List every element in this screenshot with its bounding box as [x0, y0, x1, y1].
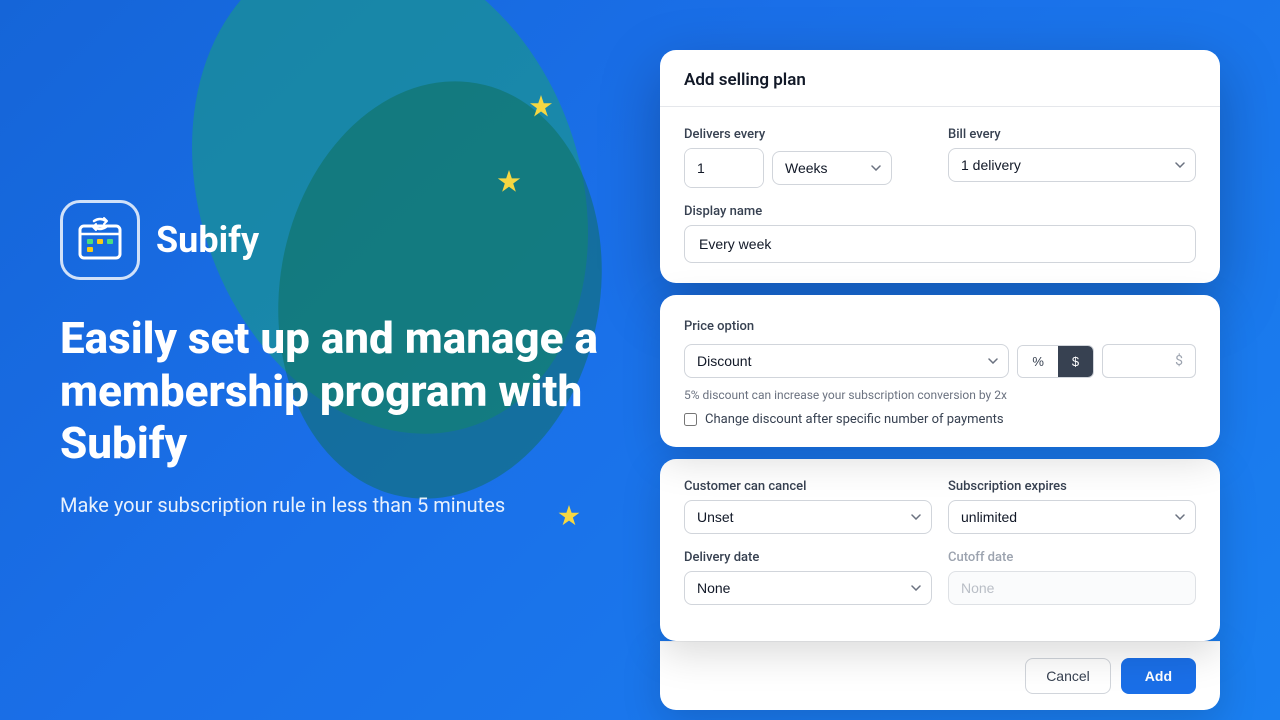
customer-cancel-group: Customer can cancel Unset Never After 1 …	[684, 479, 932, 534]
customer-cancel-label: Customer can cancel	[684, 479, 932, 494]
customer-cancel-select[interactable]: Unset Never After 1 payment	[684, 500, 932, 534]
discount-value-input[interactable]	[1115, 353, 1175, 369]
logo-name: Subify	[156, 219, 259, 261]
change-discount-row: Change discount after specific number of…	[684, 412, 1196, 427]
modal-footer: Cancel Add	[660, 641, 1220, 710]
price-option-card: Price option Discount Fixed price None %…	[660, 295, 1220, 447]
bill-every-select[interactable]: 1 delivery 2 deliveries 3 deliveries	[948, 148, 1196, 182]
subscription-expires-label: Subscription expires	[948, 479, 1196, 494]
price-option-label: Price option	[684, 319, 754, 334]
cutoff-date-select: None	[948, 571, 1196, 605]
bill-every-group: Bill every 1 delivery 2 deliveries 3 del…	[948, 127, 1196, 188]
subheadline: Make your subscription rule in less than…	[60, 490, 620, 520]
cutoff-date-label: Cutoff date	[948, 550, 1196, 565]
delivery-date-label: Delivery date	[684, 550, 932, 565]
modal-body: Delivers every ▲ ▼ Weeks Days M	[660, 107, 1220, 283]
dollar-sign: $	[1175, 353, 1183, 369]
modal-header: Add selling plan	[660, 50, 1220, 107]
delivery-billing-row: Delivers every ▲ ▼ Weeks Days M	[684, 127, 1196, 188]
bill-every-label: Bill every	[948, 127, 1196, 142]
delivery-date-select[interactable]: None 1 2	[684, 571, 932, 605]
add-button[interactable]: Add	[1121, 658, 1196, 694]
price-option-select-wrap: Discount Fixed price None	[684, 344, 1009, 378]
price-option-row: Discount Fixed price None % $ $	[684, 344, 1196, 378]
schedule-card: Customer can cancel Unset Never After 1 …	[660, 459, 1220, 641]
percent-dollar-toggle[interactable]: % $	[1017, 345, 1094, 378]
dollar-toggle-btn[interactable]: $	[1058, 346, 1093, 377]
display-name-label: Display name	[684, 204, 1196, 219]
display-name-input[interactable]	[684, 225, 1196, 263]
modal-title: Add selling plan	[684, 70, 806, 90]
add-selling-plan-card: Add selling plan Delivers every ▲ ▼	[660, 50, 1220, 283]
discount-hint: 5% discount can increase your subscripti…	[684, 388, 1196, 402]
delivery-cutoff-row: Delivery date None 1 2 Cutoff date None	[684, 550, 1196, 605]
display-name-group: Display name	[684, 204, 1196, 263]
cutoff-date-group: Cutoff date None	[948, 550, 1196, 605]
headline: Easily set up and manage a membership pr…	[60, 312, 620, 470]
subscription-expires-group: Subscription expires unlimited After 1 p…	[948, 479, 1196, 534]
left-panel: Subify Easily set up and manage a member…	[60, 0, 620, 720]
logo-area: Subify	[60, 200, 620, 280]
change-discount-checkbox[interactable]	[684, 413, 697, 426]
logo-icon	[60, 200, 140, 280]
percent-toggle-btn[interactable]: %	[1018, 346, 1058, 377]
discount-value-input-wrap: $	[1102, 344, 1196, 378]
delivers-every-spinner[interactable]: ▲ ▼	[684, 148, 764, 188]
price-option-select[interactable]: Discount Fixed price None	[684, 344, 1009, 378]
delivers-every-unit-select[interactable]: Weeks Days Months Years	[772, 151, 892, 185]
cancel-button[interactable]: Cancel	[1025, 658, 1111, 694]
delivers-every-group: Delivers every ▲ ▼ Weeks Days M	[684, 127, 932, 188]
delivers-every-input[interactable]	[685, 149, 764, 187]
delivery-date-group: Delivery date None 1 2	[684, 550, 932, 605]
delivers-every-label: Delivers every	[684, 127, 932, 142]
change-discount-label[interactable]: Change discount after specific number of…	[705, 412, 1004, 427]
cancel-expires-row: Customer can cancel Unset Never After 1 …	[684, 479, 1196, 534]
modal-area: Add selling plan Delivers every ▲ ▼	[660, 50, 1220, 710]
subscription-expires-select[interactable]: unlimited After 1 payment After 6 months	[948, 500, 1196, 534]
